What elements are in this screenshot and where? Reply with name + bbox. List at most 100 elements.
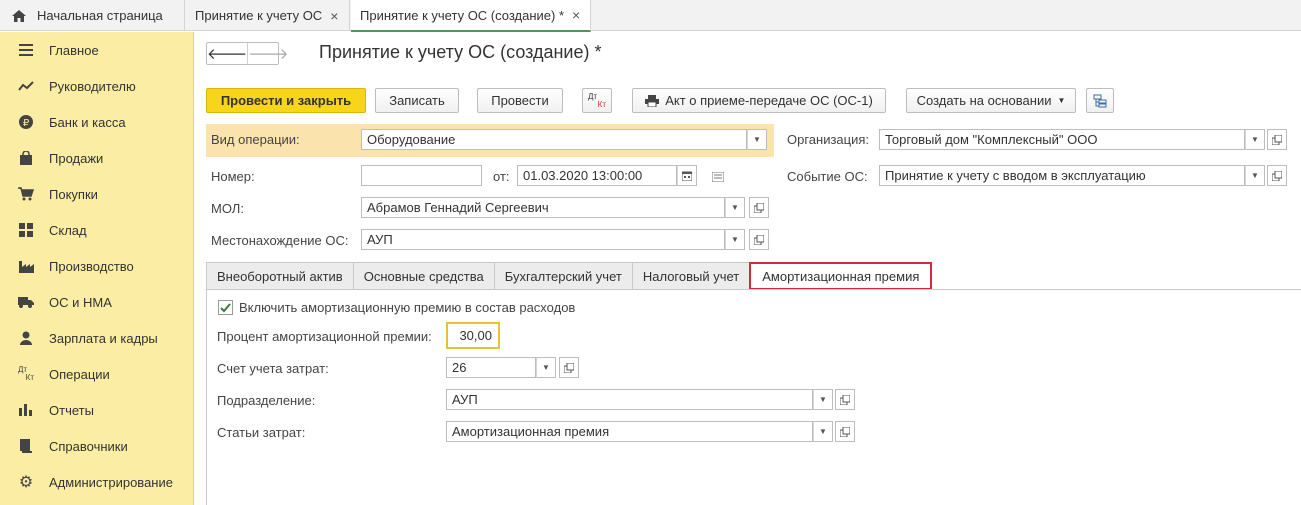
- tab-tax-accounting[interactable]: Налоговый учет: [631, 262, 751, 290]
- bonus-percent-field[interactable]: 30,00: [446, 322, 500, 349]
- sidebar-item-production[interactable]: Производство: [0, 248, 194, 284]
- chevron-down-icon[interactable]: ▼: [725, 197, 745, 218]
- sidebar-item-label: Банк и касса: [49, 114, 126, 130]
- open-icon[interactable]: [835, 421, 855, 442]
- home-icon: [12, 9, 26, 22]
- sidebar-item-sales[interactable]: Продажи: [0, 140, 194, 176]
- sidebar-item-fixed-assets[interactable]: ОС и НМА: [0, 284, 194, 320]
- sidebar-item-bank[interactable]: ₽ Банк и касса: [0, 104, 194, 140]
- sidebar-item-main[interactable]: Главное: [0, 32, 194, 68]
- ruble-coin-icon: ₽: [18, 114, 34, 130]
- chevron-down-icon[interactable]: ▼: [1245, 129, 1265, 150]
- chart-trend-icon: [18, 78, 34, 94]
- close-icon[interactable]: ×: [572, 7, 580, 23]
- structure-button[interactable]: [1086, 88, 1114, 113]
- operation-type-field[interactable]: Оборудование: [361, 129, 747, 150]
- tab-label: Принятие к учету ОС: [195, 8, 323, 23]
- tab-depreciation-bonus[interactable]: Амортизационная премия: [749, 262, 933, 290]
- mol-label: МОЛ:: [211, 201, 244, 216]
- chevron-down-icon: ▼: [1057, 96, 1066, 105]
- dt-label: Дт: [588, 91, 598, 101]
- open-icon[interactable]: [835, 389, 855, 410]
- cost-account-field[interactable]: 26: [446, 357, 536, 378]
- number-field[interactable]: [361, 165, 482, 186]
- cost-item-field[interactable]: Амортизационная премия: [446, 421, 813, 442]
- create-based-on-button[interactable]: Создать на основании ▼: [906, 88, 1076, 113]
- svg-text:₽: ₽: [23, 118, 30, 129]
- panel-border: [206, 290, 207, 505]
- chevron-down-icon[interactable]: ▼: [725, 229, 745, 250]
- print-act-button[interactable]: Акт о приеме-передаче ОС (ОС-1): [632, 88, 886, 113]
- close-icon[interactable]: ×: [330, 8, 338, 24]
- checkmark-icon: [220, 302, 231, 312]
- open-icon[interactable]: [1267, 129, 1287, 150]
- dt-kt-button[interactable]: Дт Кт: [582, 88, 612, 113]
- sidebar-item-salary[interactable]: Зарплата и кадры: [0, 320, 194, 356]
- sidebar-item-label: Главное: [49, 42, 99, 58]
- page-title: Принятие к учету ОС (создание) *: [319, 42, 602, 62]
- calendar-icon[interactable]: [677, 165, 697, 186]
- menu-icon: [18, 42, 34, 58]
- sidebar-item-manager[interactable]: Руководителю: [0, 68, 194, 104]
- tab-os-acceptance-list[interactable]: Принятие к учету ОС ×: [186, 0, 350, 31]
- number-label: Номер:: [211, 169, 255, 184]
- hierarchy-icon: [1093, 94, 1107, 107]
- open-icon[interactable]: [749, 197, 769, 218]
- back-arrow-icon[interactable]: 🡐: [207, 43, 247, 64]
- window-tab-bar: Начальная страница Принятие к учету ОС ×…: [0, 0, 1301, 32]
- warehouse-grid-icon: [18, 222, 34, 238]
- printer-icon: [645, 94, 660, 107]
- post-and-close-button[interactable]: Провести и закрыть: [206, 88, 366, 113]
- chevron-down-icon[interactable]: ▼: [813, 421, 833, 442]
- post-button[interactable]: Провести: [477, 88, 563, 113]
- sidebar-item-label: Продажи: [49, 150, 104, 166]
- sidebar-item-operations[interactable]: Дт Кт Операции: [0, 356, 194, 392]
- include-bonus-label: Включить амортизационную премию в состав…: [239, 300, 576, 315]
- tab-label: Принятие к учету ОС (создание) *: [360, 7, 565, 23]
- sidebar-item-label: Операции: [49, 366, 110, 382]
- chevron-down-icon[interactable]: ▼: [536, 357, 556, 378]
- include-bonus-checkbox[interactable]: [218, 300, 233, 315]
- sidebar-item-purchases[interactable]: Покупки: [0, 176, 194, 212]
- forward-arrow-icon[interactable]: 🡒: [247, 43, 288, 64]
- factory-icon: [18, 258, 34, 274]
- tab-os-acceptance-create[interactable]: Принятие к учету ОС (создание) * ×: [351, 0, 591, 32]
- bar-chart-icon: [18, 402, 34, 418]
- chevron-down-icon[interactable]: ▼: [1245, 165, 1265, 186]
- division-label: Подразделение:: [217, 393, 316, 408]
- nav-buttons: 🡐 🡒: [206, 42, 288, 65]
- tab-fixed-assets[interactable]: Основные средства: [352, 262, 495, 290]
- sidebar-item-warehouse[interactable]: Склад: [0, 212, 194, 248]
- cost-account-label: Счет учета затрат:: [217, 361, 329, 376]
- comment-icon[interactable]: [711, 170, 725, 185]
- mol-field[interactable]: Абрамов Геннадий Сергеевич: [361, 197, 725, 218]
- sidebar-item-label: Отчеты: [49, 402, 94, 418]
- bonus-percent-label: Процент амортизационной премии:: [217, 329, 432, 344]
- date-field[interactable]: 01.03.2020 13:00:00: [517, 165, 677, 186]
- tab-accounting[interactable]: Бухгалтерский учет: [493, 262, 633, 290]
- open-icon[interactable]: [749, 229, 769, 250]
- sidebar: Главное Руководителю ₽ Банк и касса Прод…: [0, 32, 194, 505]
- sidebar-item-label: Руководителю: [49, 78, 136, 94]
- save-button[interactable]: Записать: [375, 88, 459, 113]
- chevron-down-icon[interactable]: ▼: [813, 389, 833, 410]
- document-form: 🡐 🡒 Принятие к учету ОС (создание) * Про…: [195, 32, 1301, 505]
- event-field[interactable]: Принятие к учету с вводом в эксплуатацию: [879, 165, 1245, 186]
- sidebar-item-label: Справочники: [49, 438, 128, 454]
- organization-field[interactable]: Торговый дом "Комплексный" ООО: [879, 129, 1245, 150]
- sidebar-item-references[interactable]: Справочники: [0, 428, 194, 464]
- open-icon[interactable]: [559, 357, 579, 378]
- sidebar-item-label: ОС и НМА: [49, 294, 112, 310]
- tab-noncurrent-asset[interactable]: Внеоборотный актив: [206, 262, 354, 290]
- location-field[interactable]: АУП: [361, 229, 725, 250]
- dt-kt-icon: Дт Кт: [18, 365, 34, 382]
- sidebar-item-label: Покупки: [49, 186, 98, 202]
- sidebar-item-reports[interactable]: Отчеты: [0, 392, 194, 428]
- tab-home-page[interactable]: Начальная страница: [0, 0, 185, 31]
- person-icon: [18, 330, 34, 346]
- chevron-down-icon[interactable]: ▼: [747, 129, 767, 150]
- open-icon[interactable]: [1267, 165, 1287, 186]
- sidebar-item-administration[interactable]: ⚙ Администрирование: [0, 464, 194, 500]
- sidebar-item-label: Зарплата и кадры: [49, 330, 158, 346]
- division-field[interactable]: АУП: [446, 389, 813, 410]
